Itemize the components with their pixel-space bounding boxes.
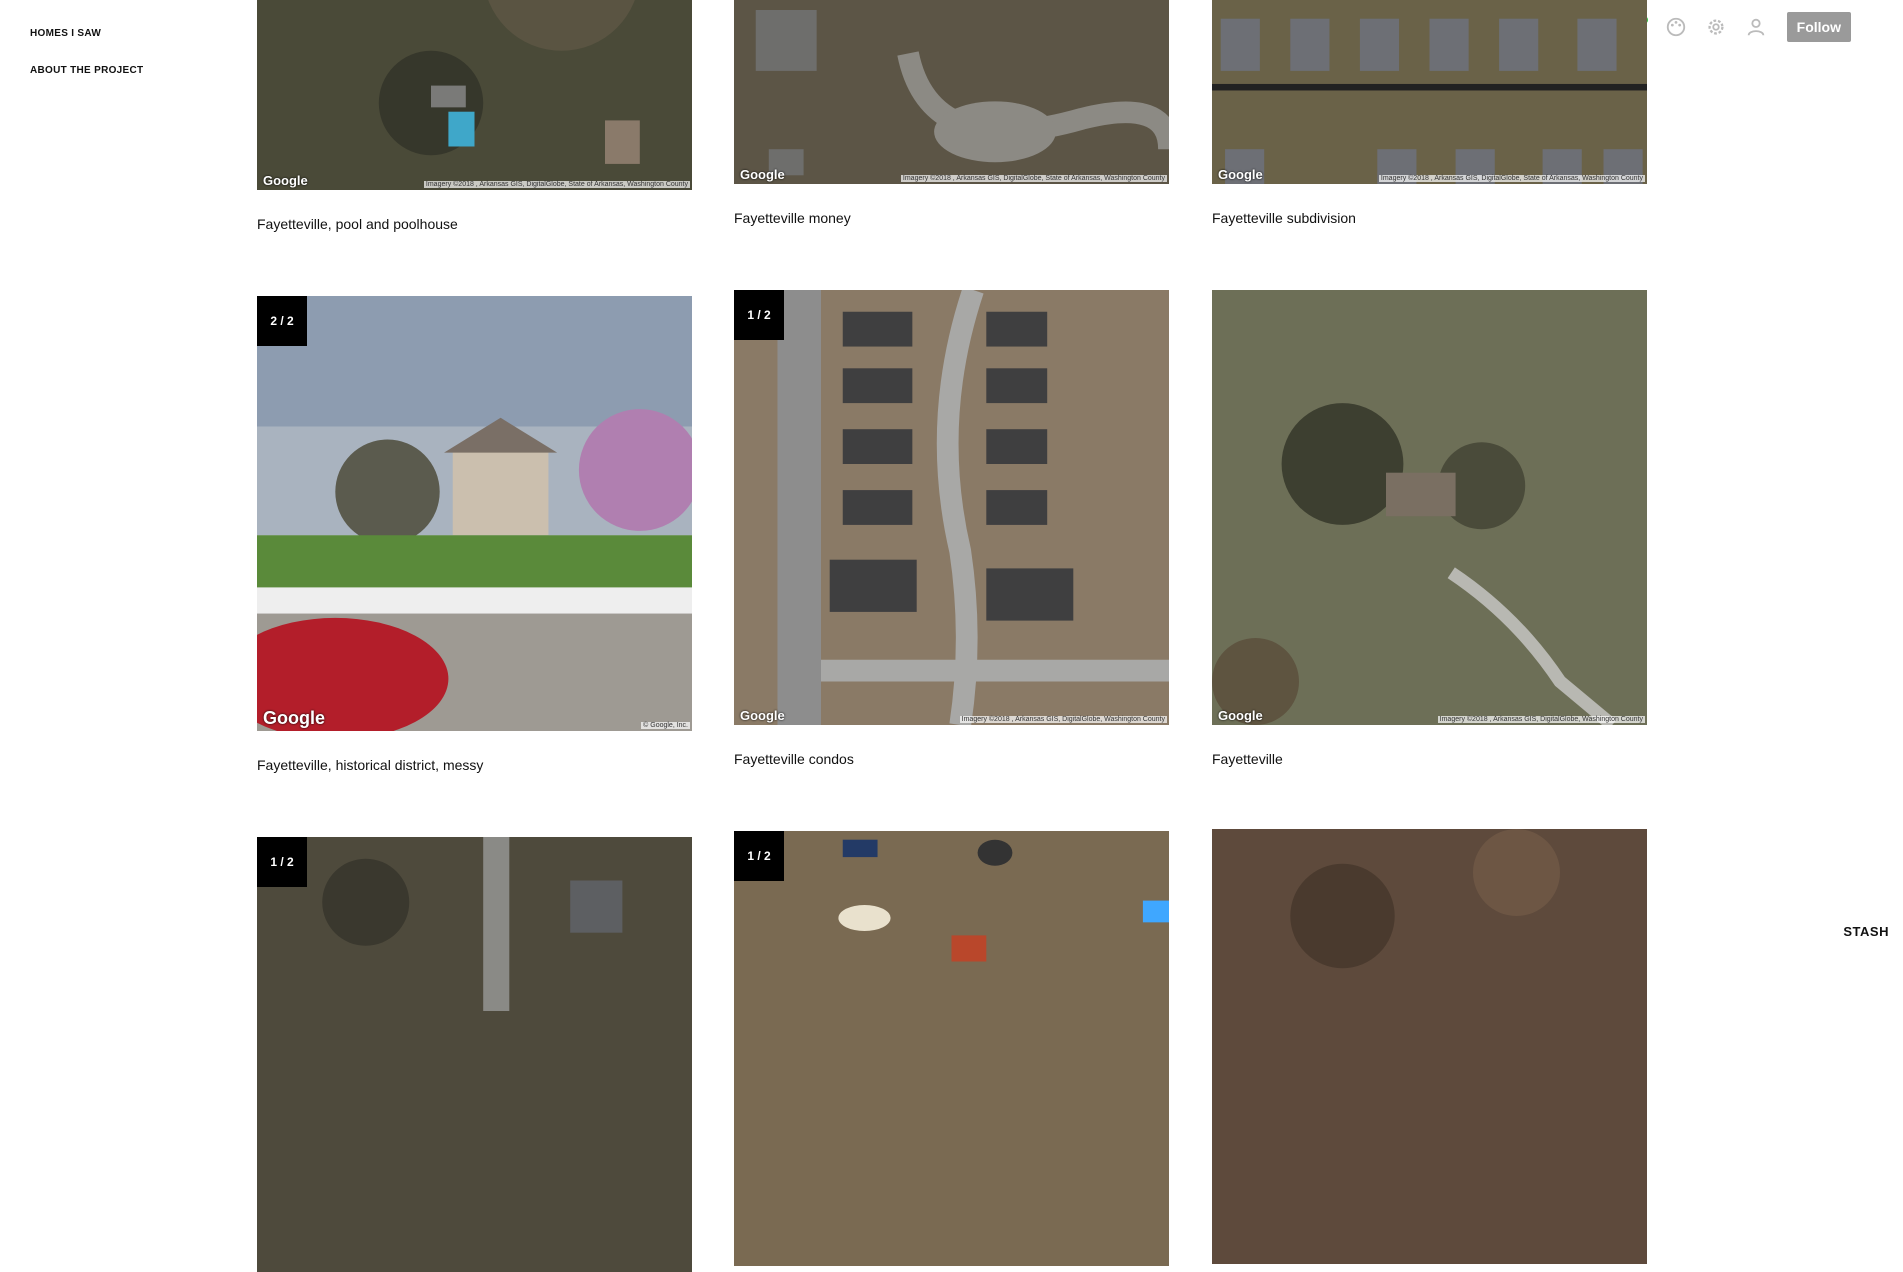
google-watermark: Google <box>740 708 785 723</box>
post-photo[interactable]: 2 / 2 Google © Google, Inc. <box>257 296 692 731</box>
post-photo[interactable]: Google Imagery ©2018 , Arkansas GIS, Dig… <box>734 0 1169 184</box>
google-watermark: Google <box>740 167 785 182</box>
post-photo[interactable]: Google Imagery ©2018 , Arkansas GIS, Dig… <box>257 0 692 190</box>
imagery-credit: Imagery ©2018 , Arkansas GIS, DigitalGlo… <box>1378 175 1645 182</box>
post-caption: Fayetteville subdivision <box>1212 210 1356 226</box>
imagery-credit: Imagery ©2018 , Arkansas GIS, DigitalGlo… <box>959 716 1167 723</box>
post: 1 / 2 <box>257 837 692 1272</box>
brand-footer-logo[interactable]: STASH <box>1843 924 1889 939</box>
post: Google Imagery ©2018 , Arkansas GIS, Dig… <box>1212 290 1647 767</box>
post: 2 / 2 Google © Google, Inc. Fayetteville… <box>257 296 692 773</box>
slide-counter: 1 / 2 <box>734 290 784 340</box>
post: 1 / 2 <box>734 831 1169 1266</box>
post-caption: Fayetteville <box>1212 751 1283 767</box>
google-watermark: Google <box>263 173 308 188</box>
post <box>1212 829 1647 1264</box>
post-photo[interactable]: 1 / 2 <box>734 831 1169 1266</box>
post-caption: Fayetteville, historical district, messy <box>257 757 484 773</box>
post-photo[interactable]: 1 / 2 <box>257 837 692 1272</box>
google-watermark: Google <box>263 708 325 728</box>
slide-counter: 1 / 2 <box>734 831 784 881</box>
post-caption: Fayetteville, pool and poolhouse <box>257 216 458 232</box>
imagery-credit: Imagery ©2018 , Arkansas GIS, DigitalGlo… <box>423 181 690 188</box>
post: 1 / 2 Google Imagery ©2018 , Arkansas GI… <box>734 290 1169 767</box>
post: Google Imagery ©2018 , Arkansas GIS, Dig… <box>1212 0 1647 226</box>
post-caption: Fayetteville condos <box>734 751 854 767</box>
imagery-credit: Imagery ©2018 , Arkansas GIS, DigitalGlo… <box>1437 716 1645 723</box>
post-photo[interactable]: Google Imagery ©2018 , Arkansas GIS, Dig… <box>1212 290 1647 725</box>
imagery-credit: Imagery ©2018 , Arkansas GIS, DigitalGlo… <box>900 175 1167 182</box>
posts-grid: Google Imagery ©2018 , Arkansas GIS, Dig… <box>0 0 1903 1272</box>
google-watermark: Google <box>1218 708 1263 723</box>
slide-counter: 2 / 2 <box>257 296 307 346</box>
post-photo[interactable]: Google Imagery ©2018 , Arkansas GIS, Dig… <box>1212 0 1647 184</box>
post: Google Imagery ©2018 , Arkansas GIS, Dig… <box>734 0 1169 226</box>
post-caption: Fayetteville money <box>734 210 851 226</box>
google-watermark: Google <box>1218 167 1263 182</box>
imagery-credit: © Google, Inc. <box>641 722 690 729</box>
post: Google Imagery ©2018 , Arkansas GIS, Dig… <box>257 0 692 232</box>
post-photo[interactable]: 1 / 2 Google Imagery ©2018 , Arkansas GI… <box>734 290 1169 725</box>
slide-counter: 1 / 2 <box>257 837 307 887</box>
post-photo[interactable] <box>1212 829 1647 1264</box>
